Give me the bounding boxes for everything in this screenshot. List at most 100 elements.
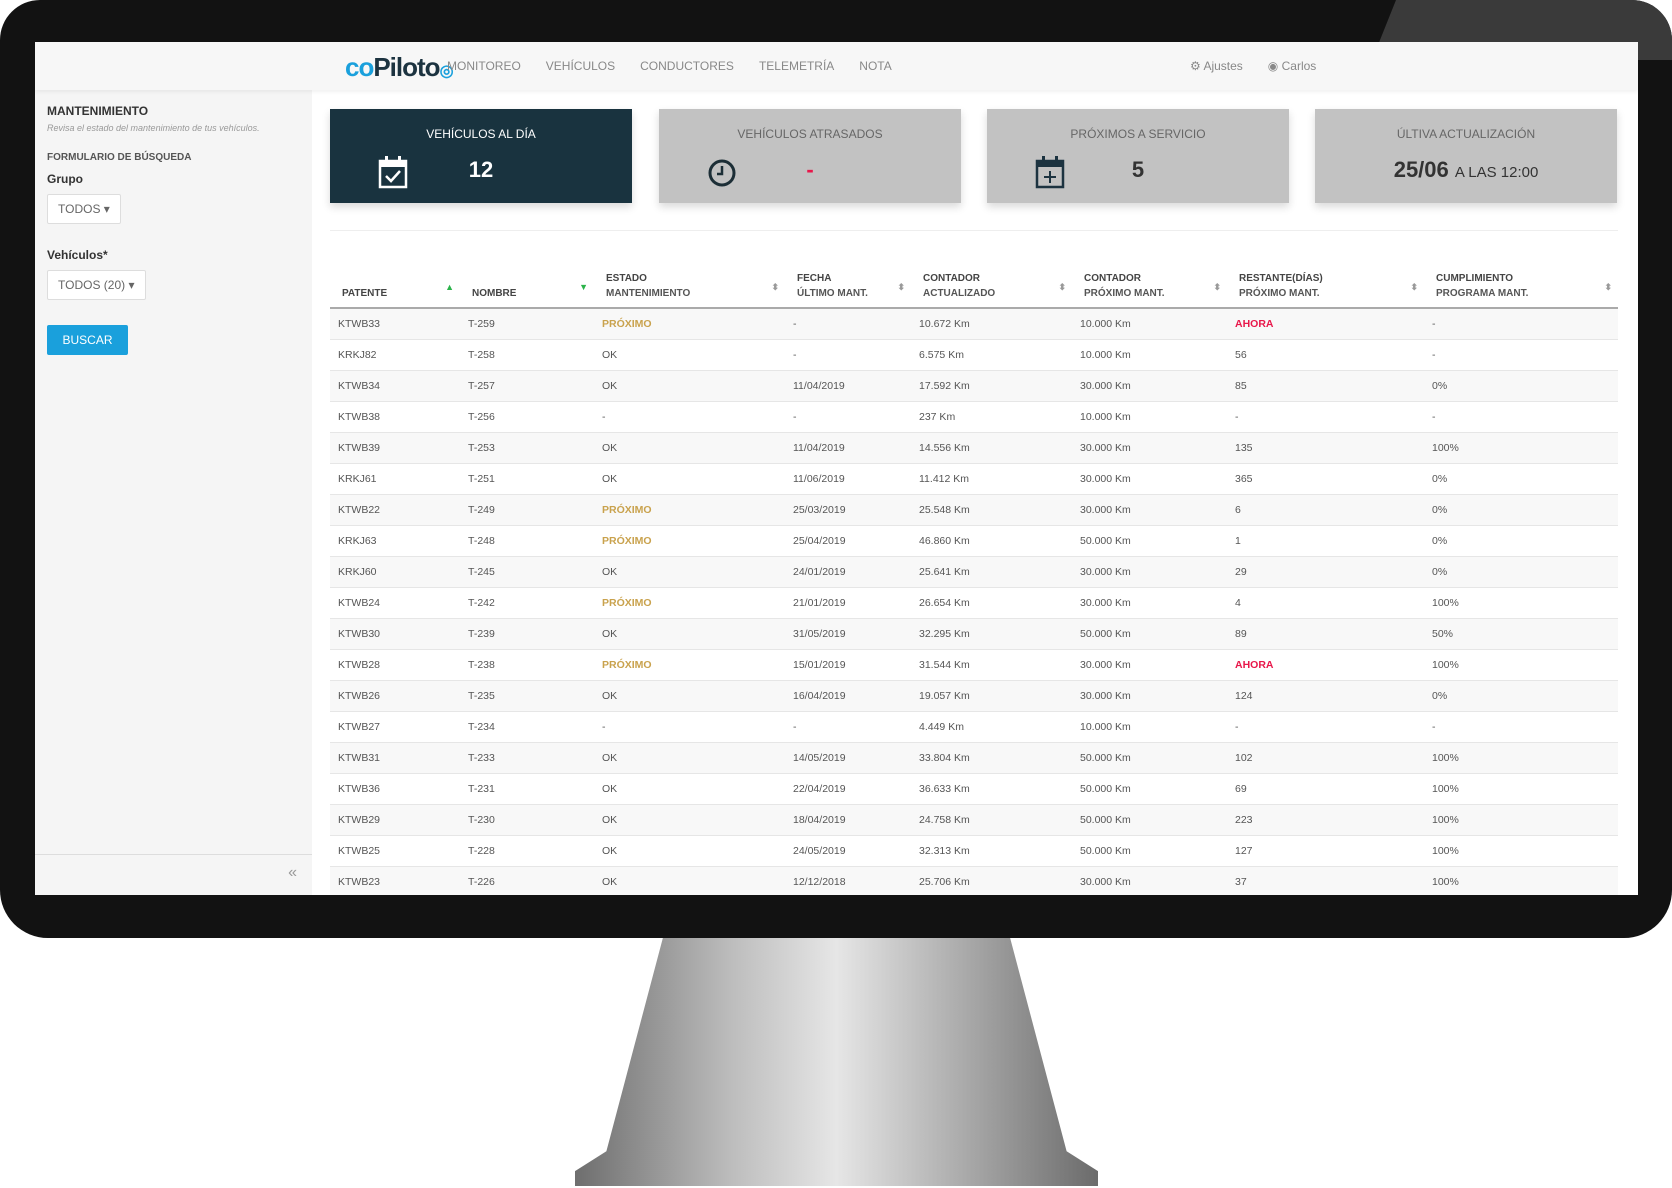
table-cell: 14/05/2019	[793, 752, 846, 764]
nav-item-telemetría[interactable]: TELEMETRÍA	[759, 59, 834, 73]
table-cell: T-258	[468, 349, 495, 361]
table-cell: 10.000 Km	[1080, 349, 1131, 361]
column-header[interactable]: CUMPLIMIENTO PROGRAMA MANT. ⬍	[1424, 266, 1618, 307]
settings-link[interactable]: ⚙ Ajustes	[1190, 59, 1243, 73]
table-row[interactable]: KTWB36 T-231 OK 22/04/2019 36.633 Km 50.000 K…	[330, 774, 1618, 805]
nav-item-monitoreo[interactable]: MONITOREO	[447, 59, 521, 73]
table-row[interactable]: KRKJ63 T-248 PRÓXIMO 25/04/2019 46.860 Km 50.…	[330, 526, 1618, 557]
vehicles-select[interactable]: TODOS (20) ▾	[47, 270, 146, 300]
table-cell: 30.000 Km	[1080, 442, 1131, 454]
sort-asc-icon[interactable]: ▲	[445, 280, 454, 295]
table-cell: 100%	[1432, 876, 1459, 888]
table-row[interactable]: KTWB27 T-234 - - 4.449 Km 10.000 Km - -	[330, 712, 1618, 743]
table-cell: 25/03/2019	[793, 504, 846, 516]
table-row[interactable]: KTWB34 T-257 OK 11/04/2019 17.592 Km 30.000 K…	[330, 371, 1618, 402]
column-header[interactable]: FECHA ÚLTIMO MANT. ⬍	[785, 266, 911, 307]
table-cell: KRKJ82	[338, 349, 377, 361]
logo[interactable]: coPiloto◎	[345, 52, 454, 83]
update-time: A LAS 12:00	[1454, 164, 1539, 181]
table-cell: OK	[602, 628, 618, 640]
table-cell: KRKJ61	[338, 473, 377, 485]
table-row[interactable]: KRKJ82 T-258 OK - 6.575 Km 10.000 Km 56 -	[330, 340, 1618, 371]
table-cell: KTWB28	[338, 659, 381, 671]
table-row[interactable]: KTWB33 T-259 PRÓXIMO - 10.672 Km 10.000 Km AHO…	[330, 309, 1618, 340]
table-cell: T-226	[468, 876, 495, 888]
nav-item-conductores[interactable]: CONDUCTORES	[640, 59, 734, 73]
table-cell: 100%	[1432, 814, 1459, 826]
table-row[interactable]: KTWB26 T-235 OK 16/04/2019 19.057 Km 30.000 K…	[330, 681, 1618, 712]
column-header[interactable]: PATENTE ▲	[330, 266, 460, 307]
table-cell: 30.000 Km	[1080, 504, 1131, 516]
form-title: FORMULARIO DE BÚSQUEDA	[47, 152, 192, 163]
sort-icon[interactable]: ⬍	[1213, 280, 1221, 295]
table-cell: 37	[1235, 876, 1247, 888]
table-cell: OK	[602, 566, 618, 578]
table-cell: PRÓXIMO	[602, 597, 652, 609]
vehicles-value: TODOS (20)	[58, 278, 126, 292]
table-cell: 102	[1235, 752, 1253, 764]
column-header[interactable]: NOMBRE ▼	[460, 266, 594, 307]
table-row[interactable]: KTWB31 T-233 OK 14/05/2019 33.804 Km 50.000 K…	[330, 743, 1618, 774]
header-label: RESTANTE(DÍAS)	[1239, 273, 1323, 284]
table-row[interactable]: KTWB23 T-226 OK 12/12/2018 25.706 Km 30.000 K…	[330, 867, 1618, 895]
table-row[interactable]: KTWB30 T-239 OK 31/05/2019 32.295 Km 50.000 K…	[330, 619, 1618, 650]
table-cell: -	[602, 721, 606, 733]
table-row[interactable]: KTWB25 T-228 OK 24/05/2019 32.313 Km 50.000 K…	[330, 836, 1618, 867]
table-cell: 85	[1235, 380, 1247, 392]
caret-down-icon: ▾	[128, 278, 135, 292]
caret-down-icon: ▾	[103, 202, 110, 216]
user-icon: ◉	[1267, 59, 1279, 73]
table-cell: 50.000 Km	[1080, 752, 1131, 764]
table-cell: 30.000 Km	[1080, 876, 1131, 888]
column-header[interactable]: RESTANTE(DÍAS) PRÓXIMO MANT. ⬍	[1227, 266, 1424, 307]
table-row[interactable]: KTWB28 T-238 PRÓXIMO 15/01/2019 31.544 Km 30.…	[330, 650, 1618, 681]
table-cell: 12/12/2018	[793, 876, 846, 888]
table-cell: T-248	[468, 535, 495, 547]
column-header[interactable]: CONTADOR ACTUALIZADO ⬍	[911, 266, 1072, 307]
table-row[interactable]: KTWB24 T-242 PRÓXIMO 21/01/2019 26.654 Km 30.…	[330, 588, 1618, 619]
table-cell: 15/01/2019	[793, 659, 846, 671]
table-row[interactable]: KRKJ61 T-251 OK 11/06/2019 11.412 Km 30.000 K…	[330, 464, 1618, 495]
header-sublabel: MANTENIMIENTO	[606, 288, 691, 299]
sort-icon[interactable]: ⬍	[897, 280, 905, 295]
table-cell: 100%	[1432, 845, 1459, 857]
sort-icon[interactable]: ⬍	[1058, 280, 1066, 295]
nav-item-vehículos[interactable]: VEHÍCULOS	[546, 59, 615, 73]
table-cell: OK	[602, 783, 618, 795]
collapse-sidebar-button[interactable]: «	[35, 854, 312, 895]
table-cell: PRÓXIMO	[602, 659, 652, 671]
group-select[interactable]: TODOS ▾	[47, 194, 121, 224]
table-row[interactable]: KRKJ60 T-245 OK 24/01/2019 25.641 Km 30.000 K…	[330, 557, 1618, 588]
screen: coPiloto◎ MONITOREO VEHÍCULOS CONDUCTORES T…	[35, 42, 1638, 895]
table-cell: 100%	[1432, 783, 1459, 795]
table-cell: 30.000 Km	[1080, 566, 1131, 578]
table-cell: 32.295 Km	[919, 628, 970, 640]
table-cell: KTWB26	[338, 690, 381, 702]
table-cell: 10.000 Km	[1080, 411, 1131, 423]
column-header[interactable]: CONTADOR PRÓXIMO MANT. ⬍	[1072, 266, 1227, 307]
table-cell: 135	[1235, 442, 1253, 454]
table-cell: T-234	[468, 721, 495, 733]
sort-icon[interactable]: ⬍	[1410, 280, 1418, 295]
monitor-stand	[575, 938, 1098, 1186]
search-button[interactable]: BUSCAR	[47, 325, 128, 355]
table-cell: 50.000 Km	[1080, 783, 1131, 795]
sort-icon[interactable]: ⬍	[1604, 280, 1612, 295]
table-row[interactable]: KTWB39 T-253 OK 11/04/2019 14.556 Km 30.000 K…	[330, 433, 1618, 464]
header-label: CONTADOR	[1084, 273, 1142, 284]
table-row[interactable]: KTWB29 T-230 OK 18/04/2019 24.758 Km 50.000 K…	[330, 805, 1618, 836]
column-header[interactable]: ESTADO MANTENIMIENTO ⬍	[594, 266, 785, 307]
sort-icon[interactable]: ⬍	[771, 280, 779, 295]
user-menu[interactable]: ◉ Carlos	[1268, 59, 1317, 73]
table-cell: OK	[602, 690, 618, 702]
sort-desc-icon[interactable]: ▼	[579, 280, 588, 295]
table-cell: 1	[1235, 535, 1241, 547]
table-cell: KTWB29	[338, 814, 381, 826]
table-cell: -	[1235, 721, 1239, 733]
table-row[interactable]: KTWB22 T-249 PRÓXIMO 25/03/2019 25.548 Km 30.…	[330, 495, 1618, 526]
table-cell: KRKJ63	[338, 535, 377, 547]
table-body: KTWB33 T-259 PRÓXIMO - 10.672 Km 10.000 Km AHO…	[330, 309, 1618, 895]
table-cell: 11/04/2019	[793, 442, 845, 454]
nav-item-nota[interactable]: NOTA	[859, 59, 891, 73]
table-row[interactable]: KTWB38 T-256 - - 237 Km 10.000 Km - -	[330, 402, 1618, 433]
